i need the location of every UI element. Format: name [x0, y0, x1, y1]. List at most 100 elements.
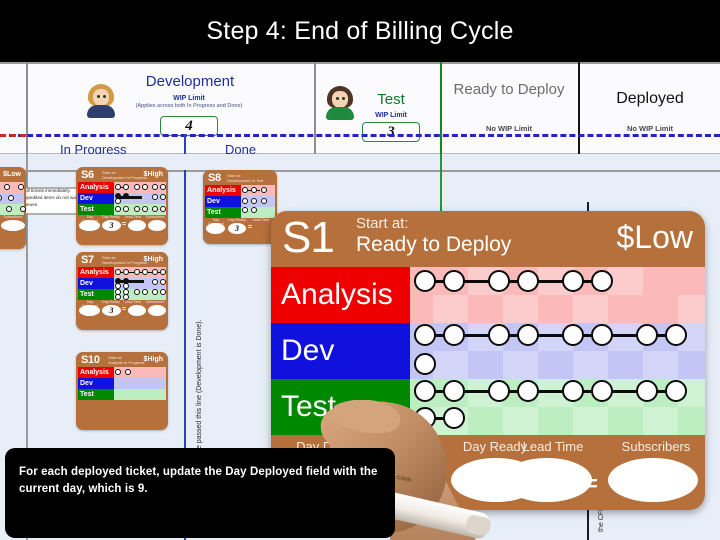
card-s8[interactable]: S8 Start at: Development In Test Analysi… — [203, 170, 277, 244]
mini-field-value[interactable] — [206, 223, 225, 234]
mini-row-analysis — [0, 182, 24, 193]
mini-row-track — [0, 204, 26, 215]
mini-card-header: S10 Start at: Analysis In Progress $High — [78, 354, 166, 367]
mini-row-track — [114, 182, 166, 193]
no-wip-limit-deployed: No WIP Limit — [626, 124, 674, 133]
mini-card-footer: Day Deployed Day Ready Lead Time Subscri… — [78, 300, 166, 317]
mini-row-dev: Dev — [78, 278, 166, 289]
mini-field-value[interactable]: 3 — [228, 223, 246, 234]
s1-card-header: S1 Start at: Ready to Deploy $Low — [271, 211, 705, 267]
mini-row-label: Dev — [78, 378, 114, 389]
mini-field-label: Subscribers — [3, 215, 23, 219]
mini-card-start: Start at: Development In Progress — [102, 170, 147, 180]
mini-row-track — [114, 389, 166, 400]
mini-card-priority: $High — [143, 256, 163, 263]
mini-row-label: Test — [78, 389, 114, 400]
mini-row-label: Analysis — [78, 267, 114, 278]
slide: Step 4: End of Billing Cycle Development… — [0, 0, 720, 540]
card-s6[interactable]: S6 Start at: Development In Progress $Hi… — [76, 167, 168, 245]
card-s7[interactable]: S7 Start at: Development In Progress $Hi… — [76, 252, 168, 330]
mini-row-test: Test — [205, 207, 275, 218]
mini-field-value[interactable]: 3 — [102, 305, 121, 316]
mini-row-label: Dev — [78, 193, 114, 204]
column-title-test: Test — [377, 91, 405, 108]
column-title-development: Development — [145, 73, 235, 90]
mini-row-label: Test — [78, 204, 114, 215]
s1-field-label-subscribers: Subscribers — [621, 439, 691, 454]
mini-card-priority: $High — [143, 356, 163, 363]
mini-row-track — [114, 367, 166, 378]
mini-row-label: Dev — [205, 196, 241, 207]
column-divider-2 — [314, 62, 316, 154]
mini-card-id: S7 — [81, 254, 94, 266]
mini-equals-sign: = — [122, 221, 127, 228]
mini-row-label: Analysis — [78, 367, 114, 378]
wip-limit-value-test[interactable]: 3 — [362, 122, 420, 142]
mini-row-analysis: Analysis — [78, 267, 166, 278]
mini-row-dev: Dev — [78, 378, 166, 389]
mini-card-footer — [78, 400, 166, 417]
s1-start-label: Start at: — [356, 215, 409, 232]
instruction-caption: For each deployed ticket, update the Day… — [5, 448, 395, 538]
mini-row-track — [114, 278, 166, 289]
mini-card-start-value: Development In Test — [227, 178, 264, 183]
mini-row-track — [114, 193, 166, 204]
mini-row-track — [241, 185, 275, 196]
wip-limit-text: WIP Limit — [375, 112, 407, 119]
mini-row-dev: Dev — [205, 196, 275, 207]
mini-field-label: Subscribers — [145, 300, 165, 304]
mini-row-analysis: Analysis — [205, 185, 275, 196]
mini-card-start-value: Analysis In Progress — [108, 360, 145, 365]
page-title: Step 4: End of Billing Cycle — [206, 16, 514, 45]
mini-field-label: Lead Time — [124, 300, 142, 304]
s1-row-track-dev — [410, 323, 705, 379]
mini-row-label: Dev — [78, 278, 114, 289]
mini-card-start-value: Development In Progress — [102, 175, 148, 180]
mini-equals-sign: = — [122, 306, 127, 313]
mini-row-track — [114, 289, 166, 300]
mini-row-analysis: Analysis — [78, 182, 166, 193]
mini-row-track — [0, 193, 24, 204]
s1-row-track-analysis — [410, 267, 705, 323]
wip-limit-label-test: WIP Limit — [356, 112, 426, 120]
mini-field-value[interactable] — [1, 220, 25, 231]
mini-card-header: S7 Start at: Development In Progress $Hi… — [78, 254, 166, 267]
mini-card-header: $Low — [0, 169, 24, 182]
mini-card-footer: Day Deployed Day Ready Lead Time 3 = — [205, 218, 275, 235]
mini-card-start: Start at: Development In Test — [227, 173, 263, 183]
mini-field-value[interactable] — [128, 220, 146, 231]
mini-row-track — [0, 182, 24, 193]
mini-field-value[interactable] — [148, 305, 166, 316]
column-divider-4 — [578, 62, 580, 154]
mini-card-start: Start at: Development In Progress — [102, 255, 147, 265]
card-partial-left[interactable]: $Low Subscribers — [0, 167, 26, 249]
mini-field-value[interactable] — [148, 220, 166, 231]
mini-equals-sign: = — [248, 224, 253, 231]
mini-field-value[interactable] — [79, 220, 100, 231]
mini-field-label: Lead Time — [252, 218, 270, 222]
swimlane-divider — [0, 134, 720, 137]
s1-field-value-subscribers[interactable] — [608, 458, 698, 502]
mini-field-value[interactable] — [79, 305, 100, 316]
wip-limit-text: WIP Limit — [173, 95, 205, 102]
mini-row-test: Test — [78, 389, 166, 400]
mini-row-analysis: Analysis — [78, 367, 166, 378]
mini-row-dev — [0, 193, 24, 204]
mini-field-value[interactable]: 3 — [102, 220, 121, 231]
mini-field-value[interactable] — [128, 305, 146, 316]
mini-row-dev: Dev — [78, 193, 166, 204]
mini-card-footer: Lead Time Subscribers — [0, 215, 25, 232]
wip-limit-value-development[interactable]: 4 — [160, 116, 218, 136]
s1-row-label-dev: Dev — [271, 323, 410, 379]
mini-row-track — [241, 196, 275, 207]
s1-row-label-analysis: Analysis — [271, 267, 410, 323]
mini-card-priority: $Low — [3, 171, 21, 178]
column-title-ready-to-deploy: Ready to Deploy — [453, 81, 565, 98]
mini-field-label: Day Ready — [228, 218, 246, 222]
mini-row-test: Test — [78, 289, 166, 300]
wip-limit-note: (Applies across both In Progress and Don… — [135, 103, 243, 110]
card-s10[interactable]: S10 Start at: Analysis In Progress $High… — [76, 352, 168, 430]
swimlane-divider-expedite — [0, 134, 26, 137]
column-divider-1 — [26, 62, 28, 154]
avatar-development — [86, 84, 116, 118]
